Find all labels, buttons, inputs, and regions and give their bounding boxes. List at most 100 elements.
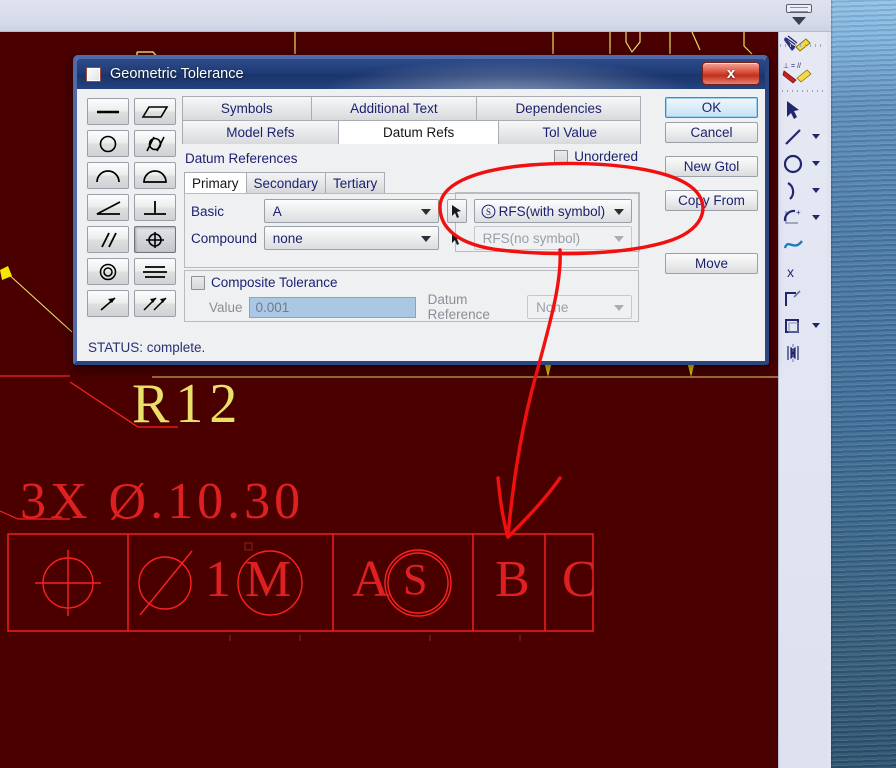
cursor-arrow-icon xyxy=(452,231,462,245)
compound-label: Compound xyxy=(191,230,258,246)
chevron-down-icon[interactable] xyxy=(812,161,820,166)
chevron-down-icon[interactable] xyxy=(420,209,431,215)
unordered-checkbox-row[interactable]: Unordered xyxy=(554,149,638,164)
chevron-down-icon[interactable] xyxy=(812,215,820,220)
symbol-perpendicularity-button[interactable] xyxy=(134,194,176,221)
chevron-down-icon[interactable] xyxy=(812,188,820,193)
fillet-icon[interactable]: + xyxy=(779,204,824,231)
scroll-down-arrow-icon[interactable] xyxy=(792,17,806,25)
chevron-down-icon[interactable] xyxy=(420,236,431,242)
symbol-row xyxy=(87,194,176,221)
datum-reference-combo[interactable]: None xyxy=(527,295,632,319)
fcf-modifier-s: S xyxy=(403,555,428,604)
fcf-modifier-m: M xyxy=(245,551,292,608)
composite-value-text: 0.001 xyxy=(255,299,290,315)
mirror-icon[interactable] xyxy=(779,339,824,366)
trim-icon[interactable] xyxy=(779,285,824,312)
svg-text:x: x xyxy=(787,264,794,280)
chevron-down-icon[interactable] xyxy=(613,236,624,242)
titlebar-glow xyxy=(317,59,697,89)
fcf-tolerance-value: 1 xyxy=(205,551,231,608)
dialog-tabs[interactable]: Symbols Additional Text Dependencies Mod… xyxy=(182,96,641,144)
tab-dependencies[interactable]: Dependencies xyxy=(476,96,641,120)
symbol-surface-profile-button[interactable] xyxy=(134,162,176,189)
compound-modifier-combo[interactable]: RFS(no symbol) xyxy=(473,226,632,250)
subtab-primary[interactable]: Primary xyxy=(184,172,247,194)
basic-modifier-combo[interactable]: S RFS(with symbol) xyxy=(473,199,632,223)
tab-symbols[interactable]: Symbols xyxy=(182,96,312,120)
dialog-button-column[interactable]: OK Cancel New Gtol Copy From Move xyxy=(665,97,758,278)
datum-level-subtabs[interactable]: Primary Secondary Tertiary xyxy=(184,172,386,194)
app-toolbar-strip xyxy=(0,0,831,32)
fcf-datum-b: B xyxy=(495,551,530,608)
move-button[interactable]: Move xyxy=(665,253,758,274)
symbol-symmetry-button[interactable] xyxy=(134,258,176,285)
svg-text:S: S xyxy=(486,207,491,217)
chevron-down-icon[interactable] xyxy=(613,209,624,215)
symbol-line-profile-button[interactable] xyxy=(87,162,129,189)
symbol-parallelism-button[interactable] xyxy=(87,226,129,253)
composite-tolerance-checkbox[interactable] xyxy=(191,275,205,290)
symbol-row xyxy=(87,226,176,253)
subtab-secondary[interactable]: Secondary xyxy=(245,172,327,194)
tab-datum-refs[interactable]: Datum Refs xyxy=(337,120,500,144)
chevron-down-icon[interactable] xyxy=(812,323,820,328)
arc-icon[interactable] xyxy=(779,177,824,204)
tab-model-refs[interactable]: Model Refs xyxy=(182,120,339,144)
basic-datum-picker-button[interactable] xyxy=(446,199,467,223)
compound-datum-picker-button[interactable] xyxy=(447,226,467,250)
unordered-checkbox[interactable] xyxy=(554,149,569,164)
compound-modifier-value: RFS(no symbol) xyxy=(482,230,581,246)
close-button[interactable]: x xyxy=(702,62,760,85)
symbol-circularity-button[interactable] xyxy=(87,130,129,157)
chevron-down-icon[interactable] xyxy=(614,305,624,311)
rectangle-icon[interactable] xyxy=(779,312,824,339)
chevron-down-icon[interactable] xyxy=(812,134,820,139)
symbol-total-runout-button[interactable] xyxy=(134,290,176,317)
basic-modifier-value: RFS(with symbol) xyxy=(498,203,606,219)
geometric-tolerance-dialog: Geometric Tolerance x Symbols Additional… xyxy=(73,55,769,365)
compound-datum-value: none xyxy=(272,230,303,246)
tab-additional-text[interactable]: Additional Text xyxy=(310,96,478,120)
composite-tolerance-row[interactable]: Composite Tolerance xyxy=(191,275,338,290)
tab-tol-value[interactable]: Tol Value xyxy=(498,120,641,144)
select-arrow-icon[interactable] xyxy=(779,96,824,123)
radius-dimension-label: R12 xyxy=(132,373,244,435)
fcf-datum-c: C xyxy=(562,551,597,608)
symbol-concentricity-button[interactable] xyxy=(87,258,129,285)
scroll-thumb[interactable] xyxy=(786,4,812,13)
canvas-scroll-widget[interactable] xyxy=(784,0,820,30)
svg-text:⊥ = //: ⊥ = // xyxy=(783,63,801,70)
line-icon[interactable] xyxy=(779,123,824,150)
symbol-position-button[interactable] xyxy=(134,226,176,253)
toolbar-separator xyxy=(782,88,823,94)
geometric-tolerance-icon[interactable]: ⊥ = // xyxy=(779,59,824,86)
circle-icon[interactable] xyxy=(779,150,824,177)
spline-icon[interactable] xyxy=(779,231,824,258)
symbol-angularity-button[interactable] xyxy=(87,194,129,221)
gdt-symbol-palette[interactable] xyxy=(87,98,176,322)
symbol-flatness-button[interactable] xyxy=(134,98,176,125)
point-icon[interactable]: x xyxy=(779,258,824,285)
symbol-row xyxy=(87,258,176,285)
dialog-title: Geometric Tolerance xyxy=(110,66,244,82)
svg-text:+: + xyxy=(796,208,801,217)
rfs-symbol-icon: S xyxy=(481,204,495,218)
sketcher-toolbar[interactable]: ⊥ = // + x xyxy=(778,32,827,768)
symbol-circular-runout-button[interactable] xyxy=(87,290,129,317)
new-gtol-button[interactable]: New Gtol xyxy=(665,156,758,177)
basic-label: Basic xyxy=(191,203,225,219)
cancel-button[interactable]: Cancel xyxy=(665,122,758,143)
symbol-cylindricity-button[interactable] xyxy=(134,130,176,157)
copy-from-button[interactable]: Copy From xyxy=(665,190,758,211)
symbol-row xyxy=(87,130,176,157)
status-bar: STATUS: complete. xyxy=(88,339,206,355)
subtab-tertiary[interactable]: Tertiary xyxy=(325,172,386,194)
window-box-icon xyxy=(86,66,101,82)
basic-datum-combo[interactable]: A xyxy=(263,199,439,223)
dialog-titlebar[interactable]: Geometric Tolerance x xyxy=(77,59,765,89)
symbol-straightness-button[interactable] xyxy=(87,98,129,125)
compound-datum-combo[interactable]: none xyxy=(263,226,439,250)
ok-button[interactable]: OK xyxy=(665,97,758,118)
composite-value-input[interactable]: 0.001 xyxy=(248,296,416,318)
